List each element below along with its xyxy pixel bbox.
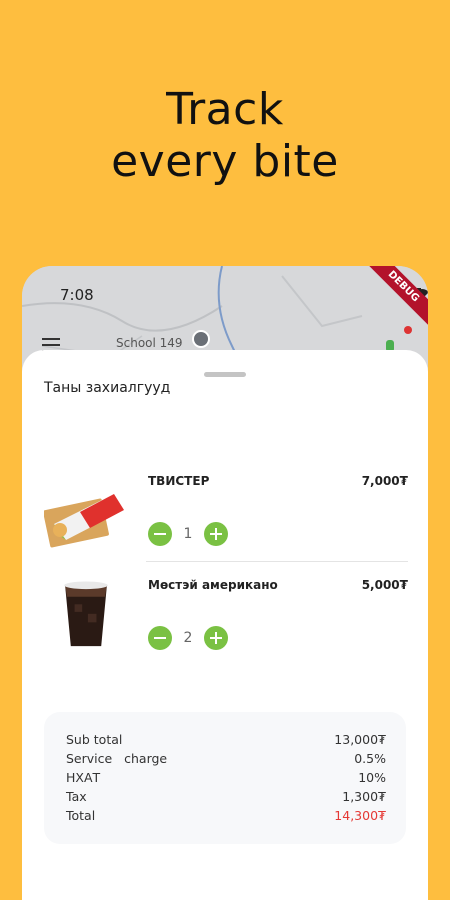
headline-line2: every bite <box>111 136 339 187</box>
summary-row-tax: Tax 1,300₮ <box>66 787 386 806</box>
map-pin-icon <box>192 330 210 348</box>
status-time: 7:08 <box>60 286 94 304</box>
quantity-value: 2 <box>183 630 193 646</box>
order-summary: Sub total 13,000₮ Service charge 0.5% НХ… <box>44 712 406 844</box>
summary-row-total: Total 14,300₮ <box>66 806 386 825</box>
iced-americano-image <box>64 581 108 647</box>
subtotal-label: Sub total <box>66 732 123 747</box>
orders-sheet: Таны захиалгууд ТВИСТЕР 7,000₮ 1 Мөстэй … <box>22 350 428 900</box>
decrease-quantity-button[interactable] <box>148 522 172 546</box>
increase-quantity-button[interactable] <box>204 522 228 546</box>
service-value: 0.5% <box>354 751 386 766</box>
quantity-stepper: 2 <box>148 626 228 650</box>
quantity-stepper: 1 <box>148 522 228 546</box>
nhat-value: 10% <box>358 770 386 785</box>
headline: Track every bite <box>0 84 450 188</box>
item-divider <box>146 561 408 562</box>
quantity-value: 1 <box>183 526 193 542</box>
summary-row-subtotal: Sub total 13,000₮ <box>66 730 386 749</box>
tax-value: 1,300₮ <box>342 789 386 804</box>
total-value: 14,300₮ <box>334 808 386 823</box>
twister-wrap-image <box>44 494 124 548</box>
increase-quantity-button[interactable] <box>204 626 228 650</box>
total-label: Total <box>66 808 96 823</box>
map-place-label: School 149 <box>116 336 183 350</box>
headline-line1: Track <box>166 84 284 135</box>
item-price: 7,000₮ <box>361 474 408 488</box>
summary-row-nhat: НХАТ 10% <box>66 768 386 787</box>
summary-row-service: Service charge 0.5% <box>66 749 386 768</box>
item-price: 5,000₮ <box>361 578 408 592</box>
decrease-quantity-button[interactable] <box>148 626 172 650</box>
subtotal-value: 13,000₮ <box>334 732 386 747</box>
item-name: Мөстэй американо <box>148 578 278 592</box>
tax-label: Tax <box>66 789 87 804</box>
item-name: ТВИСТЕР <box>148 474 210 488</box>
service-label: Service charge <box>66 751 168 766</box>
sheet-title: Таны захиалгууд <box>44 380 171 396</box>
nhat-label: НХАТ <box>66 770 101 785</box>
drag-handle[interactable] <box>204 372 246 377</box>
